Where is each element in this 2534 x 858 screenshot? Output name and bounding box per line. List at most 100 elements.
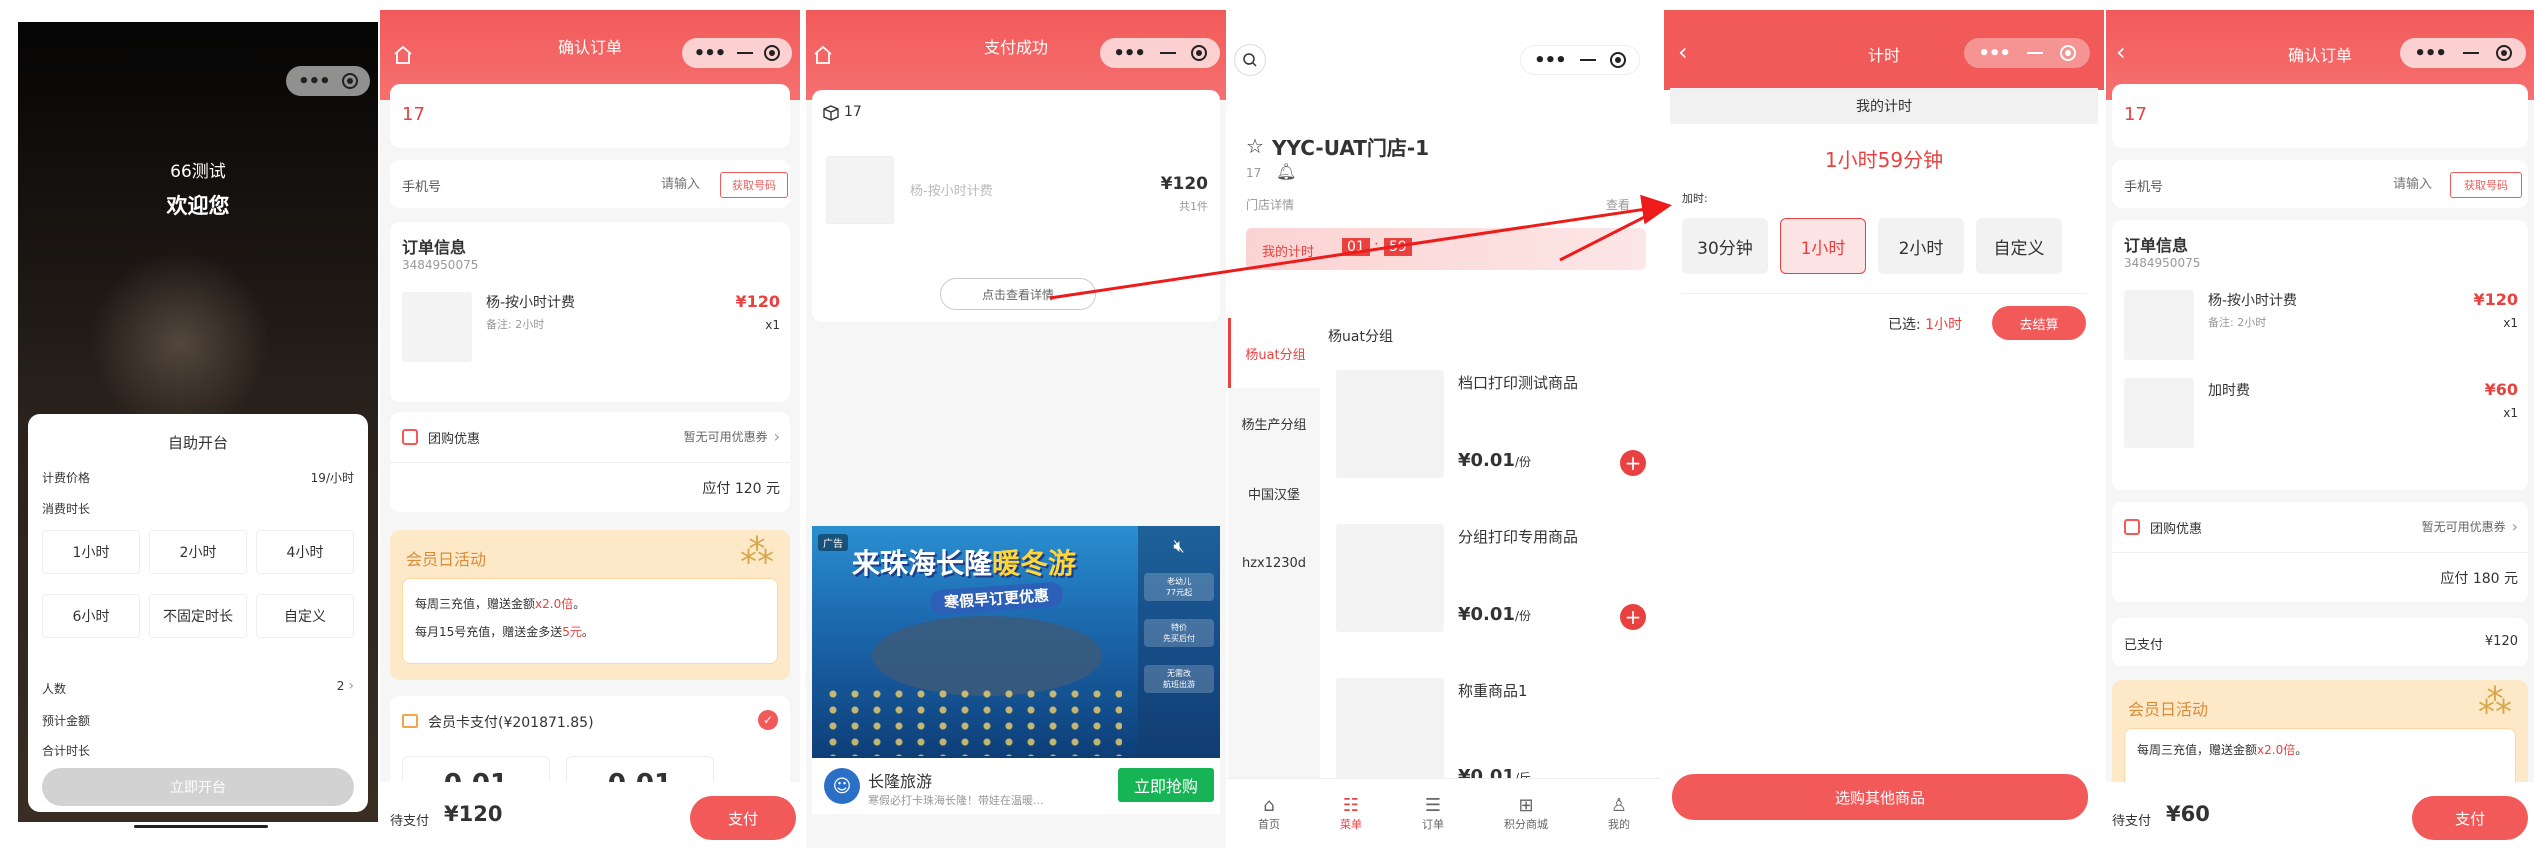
ad-banner[interactable]: 广告 来珠海长隆暖冬游 寒假早订更优惠 🔇︎ 老幼儿 77元起 特价 先买后付 … [812, 526, 1220, 758]
back-icon[interactable]: ‹ [2116, 38, 2126, 66]
capsule-menu[interactable]: ••• [2400, 38, 2526, 68]
minimize-icon[interactable] [1159, 52, 1176, 54]
phone-input[interactable] [2272, 172, 2432, 196]
more-dots-icon[interactable]: ••• [694, 43, 727, 64]
member-day-card: 会员日活动 ⁂ 每周三充值，赠送金额x2.0倍。 每月15号充值，赠送金多送5元… [390, 530, 790, 680]
duration-option[interactable]: 自定义 [256, 594, 354, 638]
duration-option[interactable]: 1小时 [42, 530, 140, 574]
add-time-option[interactable]: 自定义 [1976, 218, 2062, 274]
capsule-menu[interactable]: ••• [1100, 38, 1220, 68]
category-item[interactable]: hzx1230d [1228, 528, 1320, 598]
phone-card: 手机号 获取号码 [390, 160, 790, 208]
minimize-icon[interactable] [1579, 59, 1596, 61]
item-note: 备注: 2小时 [486, 318, 545, 331]
minimize-icon[interactable] [2026, 52, 2043, 54]
bottom-pay-bar: 待支付 ¥120 支付 [380, 782, 800, 848]
phone-input[interactable] [540, 172, 700, 196]
rule-highlight: 5元 [562, 625, 582, 639]
search-icon[interactable] [1234, 44, 1266, 76]
rule-highlight: x2.0倍 [2257, 743, 2296, 757]
coupon-value: 暂无可用优惠券 [683, 430, 768, 444]
add-to-cart-icon[interactable]: + [1620, 450, 1646, 476]
more-dots-icon[interactable]: ••• [1534, 50, 1567, 71]
more-dots-icon[interactable]: ••• [1113, 43, 1146, 64]
home-icon[interactable] [812, 44, 834, 66]
category-item[interactable]: 中国汉堡 [1228, 458, 1320, 528]
price-text: ¥0.01 [1458, 450, 1515, 471]
duration-grid: 1小时 2小时 4小时 6小时 不固定时长 自定义 [42, 530, 354, 638]
box-icon [822, 104, 840, 122]
bell-icon[interactable]: 🔔︎ [1276, 162, 1296, 181]
duration-option[interactable]: 2小时 [149, 530, 247, 574]
check-icon[interactable]: ✓ [758, 710, 778, 730]
close-circle-icon[interactable] [764, 45, 781, 61]
product-item[interactable]: 称重商品1 ¥0.01/斤 [1336, 678, 1656, 778]
store-name: 66测试 [170, 162, 226, 182]
home-icon[interactable] [392, 44, 414, 66]
capsule-menu[interactable]: ••• [286, 66, 370, 96]
get-code-button[interactable]: 获取号码 [2450, 172, 2522, 198]
pay-button[interactable]: 支付 [690, 796, 796, 840]
view-link[interactable]: 查看 [1606, 196, 1630, 213]
coupon-selector[interactable]: 暂无可用优惠券 › [2422, 517, 2518, 536]
duration-option[interactable]: 不固定时长 [149, 594, 247, 638]
checkout-button[interactable]: 去结算 [1992, 306, 2086, 340]
unit-text: /斤 [1514, 771, 1531, 778]
product-item[interactable]: 档口打印测试商品 ¥0.01/份 + [1336, 370, 1656, 490]
coupon-selector[interactable]: 暂无可用优惠券 › [684, 427, 780, 446]
product-price: ¥0.01/份 [1458, 450, 1531, 471]
category-item-active[interactable]: 杨uat分组 [1228, 318, 1320, 388]
item-price: ¥120 [1160, 174, 1208, 194]
page-title: 支付成功 [983, 38, 1048, 57]
tab-menu[interactable]: ☷ 菜单 [1340, 795, 1362, 832]
duration-option[interactable]: 4小时 [256, 530, 354, 574]
people-selector[interactable]: 2 › [337, 678, 354, 694]
more-dots-icon[interactable]: ••• [2414, 43, 2447, 64]
wheat-decoration-icon: ⁂ [740, 532, 774, 572]
capsule-menu[interactable]: ••• [1964, 38, 2090, 68]
tab-home[interactable]: ⌂ 首页 [1258, 795, 1280, 832]
store-number: 17 [1246, 166, 1262, 180]
tab-label: 菜单 [1340, 818, 1362, 831]
close-circle-icon[interactable] [2059, 45, 2076, 61]
sub-title-bar: 我的计时 [1670, 88, 2098, 124]
add-to-cart-icon[interactable]: + [1620, 604, 1646, 630]
minimize-icon[interactable] [736, 52, 753, 54]
my-timer-bar[interactable]: 我的计时 01 : 59 [1246, 228, 1646, 270]
panel-open-table: ••• 66测试 欢迎您 自助开台 计费价格 19/小时 消费时长 1小时 2小… [18, 22, 378, 822]
ad-whale-shape [872, 616, 1102, 696]
view-detail-button[interactable]: 点击查看详情 [940, 278, 1096, 310]
buy-more-button[interactable]: 选购其他商品 [1672, 774, 2088, 820]
store-detail-link[interactable]: 门店详情 [1246, 196, 1294, 213]
close-circle-icon[interactable] [341, 73, 358, 89]
product-item[interactable]: 分组打印专用商品 ¥0.01/份 + [1336, 524, 1656, 644]
tab-points-mall[interactable]: ⊞ 积分商城 [1504, 795, 1548, 832]
more-dots-icon[interactable]: ••• [298, 71, 331, 92]
tab-profile[interactable]: ♙ 我的 [1608, 795, 1630, 832]
add-time-option-selected[interactable]: 1小时 [1780, 218, 1866, 274]
capsule-menu[interactable]: ••• [682, 38, 792, 68]
back-icon[interactable]: ‹ [1678, 38, 1688, 66]
star-icon[interactable]: ☆ [1246, 134, 1264, 158]
ad-headline-text: 来珠海长隆 [852, 547, 993, 580]
mute-icon[interactable]: 🔇︎ [1138, 536, 1220, 557]
ad-cta-button[interactable]: 立即抢购 [1118, 768, 1214, 802]
open-table-button[interactable]: 立即开台 [42, 768, 354, 806]
close-circle-icon[interactable] [1190, 45, 1207, 61]
capsule-menu[interactable]: ••• [1520, 45, 1640, 75]
get-code-button[interactable]: 获取号码 [720, 172, 788, 198]
price-text: ¥0.01 [1458, 766, 1515, 778]
duration-option[interactable]: 6小时 [42, 594, 140, 638]
minimize-icon[interactable] [2462, 52, 2479, 54]
category-item[interactable]: 杨生产分组 [1228, 388, 1320, 458]
close-circle-icon[interactable] [1609, 52, 1626, 68]
people-value: 2 [336, 679, 345, 693]
add-time-option[interactable]: 30分钟 [1682, 218, 1768, 274]
ad-description: 寒假必打卡珠海长隆！带娃在温暖... [868, 794, 1044, 807]
tab-orders[interactable]: ☰ 订单 [1422, 795, 1444, 832]
add-time-option[interactable]: 2小时 [1878, 218, 1964, 274]
pay-button[interactable]: 支付 [2412, 796, 2528, 840]
close-circle-icon[interactable] [2495, 45, 2512, 61]
ad-headline: 来珠海长隆暖冬游 [852, 542, 1076, 582]
more-dots-icon[interactable]: ••• [1978, 43, 2011, 64]
